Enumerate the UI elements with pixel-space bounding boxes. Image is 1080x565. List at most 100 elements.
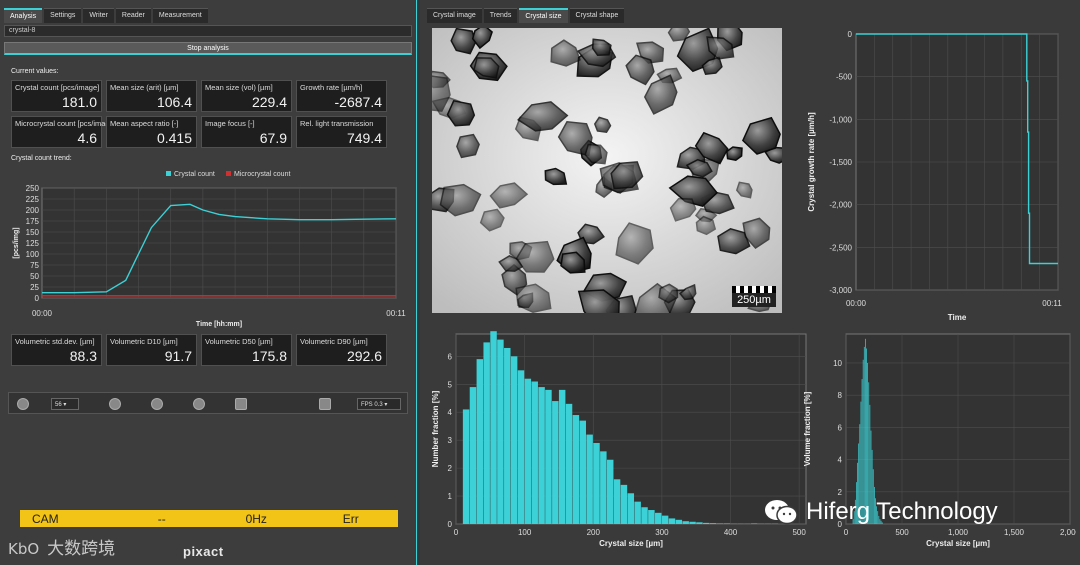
results-panel: Crystal image Trends Crystal size Crysta… xyxy=(420,0,1080,565)
y-tick-label: 225 xyxy=(26,195,40,204)
y-axis-label: Crystal growth rate [µm/h] xyxy=(807,112,816,212)
number-fraction-bar xyxy=(579,420,586,524)
number-fraction-bar xyxy=(606,459,614,524)
x-tick-label: 00:11 xyxy=(1042,299,1062,308)
y-tick-label: -1,500 xyxy=(829,158,852,167)
tile-label: Crystal count [pcs/image] xyxy=(15,83,100,92)
legend-swatch-crystal xyxy=(166,171,171,176)
tab-writer[interactable]: Writer xyxy=(83,8,114,23)
tile-label: Microcrystal count [pcs/image] xyxy=(15,119,116,128)
scale-bar: 250µm xyxy=(732,286,776,308)
stop-analysis-button[interactable]: Stop analysis xyxy=(4,42,412,55)
number-fraction-bar xyxy=(510,356,518,524)
number-fraction-bar xyxy=(531,381,538,524)
tile-label: Growth rate [µm/h] xyxy=(300,83,363,92)
crystal-count-tile: Crystal count [pcs/image] 181.0 xyxy=(11,80,102,112)
tile-value: 181.0 xyxy=(61,94,97,110)
y-tick-label: 50 xyxy=(30,272,39,281)
growth-rate-chart: 0 -500 -1,000 -1,500 -2,000 -2,500 -3,000 00:00… xyxy=(807,30,1062,322)
status-mid: -- xyxy=(157,511,166,526)
y-tick-label: 25 xyxy=(30,283,39,292)
number-fraction-bar xyxy=(462,409,470,524)
tab-trends[interactable]: Trends xyxy=(483,8,518,23)
y-tick-label: 2 xyxy=(448,464,453,473)
trend-label: Crystal count trend: xyxy=(11,155,72,162)
frame-spinbox[interactable]: 56 ▾ xyxy=(51,398,79,410)
number-fraction-bar xyxy=(490,331,497,524)
number-fraction-bar xyxy=(696,522,703,524)
brand-logo: pixact xyxy=(183,544,224,559)
frame-value: 56 xyxy=(55,402,62,408)
tab-analysis[interactable]: Analysis xyxy=(4,8,43,23)
fps-label: FPS xyxy=(361,402,373,408)
number-fraction-bar xyxy=(552,401,559,524)
y-tick-label: -2,000 xyxy=(829,201,852,210)
number-fraction-bar xyxy=(517,370,525,524)
tile-value: -2687.4 xyxy=(334,94,382,110)
tab-measurement[interactable]: Measurement xyxy=(152,8,208,23)
watermark-text: 大数跨境 xyxy=(47,539,116,558)
x-tick-label: 2,000 xyxy=(1060,528,1076,537)
rewind-icon[interactable] xyxy=(17,398,29,410)
y-tick-label: 0 xyxy=(848,30,853,39)
step-back-icon[interactable] xyxy=(109,398,121,410)
crystal-shape xyxy=(456,133,480,159)
status-bar: CAM -- 0Hz Err xyxy=(20,510,398,527)
number-fraction-bar xyxy=(593,442,600,524)
tile-label: Volumetric std.dev. [µm] xyxy=(15,337,95,346)
y-tick-label: 4 xyxy=(838,456,843,465)
playback-controls: 56 ▾ FPS 0.3 ▾ xyxy=(8,392,408,414)
tile-label: Volumetric D90 [µm] xyxy=(300,337,368,346)
number-fraction-bar xyxy=(620,484,628,524)
number-fraction-bar xyxy=(627,493,635,524)
tab-crystal-image[interactable]: Crystal image xyxy=(427,8,482,23)
x-tick-label: 400 xyxy=(724,528,738,537)
number-fraction-bar xyxy=(661,515,669,524)
number-fraction-bar xyxy=(723,523,731,524)
add-icon[interactable] xyxy=(151,398,163,410)
record-icon[interactable] xyxy=(319,398,331,410)
y-tick-label: 150 xyxy=(26,228,40,237)
crystal-shape xyxy=(726,146,743,161)
scale-label: 250µm xyxy=(732,293,776,307)
step-forward-icon[interactable] xyxy=(193,398,205,410)
fps-value: 0.3 xyxy=(374,402,383,408)
volumetric-std-tile: Volumetric std.dev. [µm] 88.3 xyxy=(11,334,102,366)
microcrystal-count-tile: Microcrystal count [pcs/image] 4.6 xyxy=(11,116,116,148)
analysis-name-field[interactable]: crystal-8 xyxy=(4,25,412,37)
scale-checker xyxy=(732,286,776,293)
y-tick-label: 200 xyxy=(26,206,40,215)
tile-value: 106.4 xyxy=(156,94,192,110)
tab-crystal-size[interactable]: Crystal size xyxy=(519,8,568,23)
y-tick-label: 1 xyxy=(448,492,453,501)
tile-value: 229.4 xyxy=(251,94,287,110)
x-axis-label: Crystal size [µm] xyxy=(599,539,663,548)
pause-icon[interactable] xyxy=(235,398,247,410)
light-transmission-tile: Rel. light transmission 749.4 xyxy=(296,116,387,148)
volumetric-d50-tile: Volumetric D50 [µm] 175.8 xyxy=(201,334,292,366)
tile-value: 292.6 xyxy=(346,348,382,364)
volumetric-d90-tile: Volumetric D90 [µm] 292.6 xyxy=(296,334,387,366)
fps-spinbox[interactable]: FPS 0.3 ▾ xyxy=(357,398,401,410)
tab-settings[interactable]: Settings xyxy=(44,8,82,23)
volumetric-d10-tile: Volumetric D10 [µm] 91.7 xyxy=(106,334,197,366)
legend-crystal-count: Crystal count xyxy=(174,171,215,178)
crystal-count-trend-chart: 0 25 50 75 100 125 150 175 200 225 250 00:00 00:11 Ti… xyxy=(13,171,406,328)
tab-reader[interactable]: Reader xyxy=(115,8,151,23)
y-tick-label: 0 xyxy=(35,294,40,303)
number-fraction-bar xyxy=(600,451,607,524)
crystal-image-drawing xyxy=(432,28,782,313)
y-tick-label: 125 xyxy=(26,239,40,248)
tile-value: 91.7 xyxy=(164,348,192,364)
x-tick-label: 00:00 xyxy=(846,299,867,308)
number-fraction-bar xyxy=(668,518,676,524)
y-tick-label: 0 xyxy=(448,520,453,529)
tab-crystal-shape[interactable]: Crystal shape xyxy=(569,8,625,23)
watermark-left: KbO 大数跨境 xyxy=(8,534,115,559)
y-tick-label: 10 xyxy=(833,359,842,368)
y-tick-label: 5 xyxy=(448,380,453,389)
tile-label: Volumetric D10 [µm] xyxy=(110,337,178,346)
x-tick-label: 0 xyxy=(454,528,459,537)
legend-microcrystal-count: Microcrystal count xyxy=(234,171,290,178)
left-tab-bar: Analysis Settings Writer Reader Measurem… xyxy=(4,8,208,23)
